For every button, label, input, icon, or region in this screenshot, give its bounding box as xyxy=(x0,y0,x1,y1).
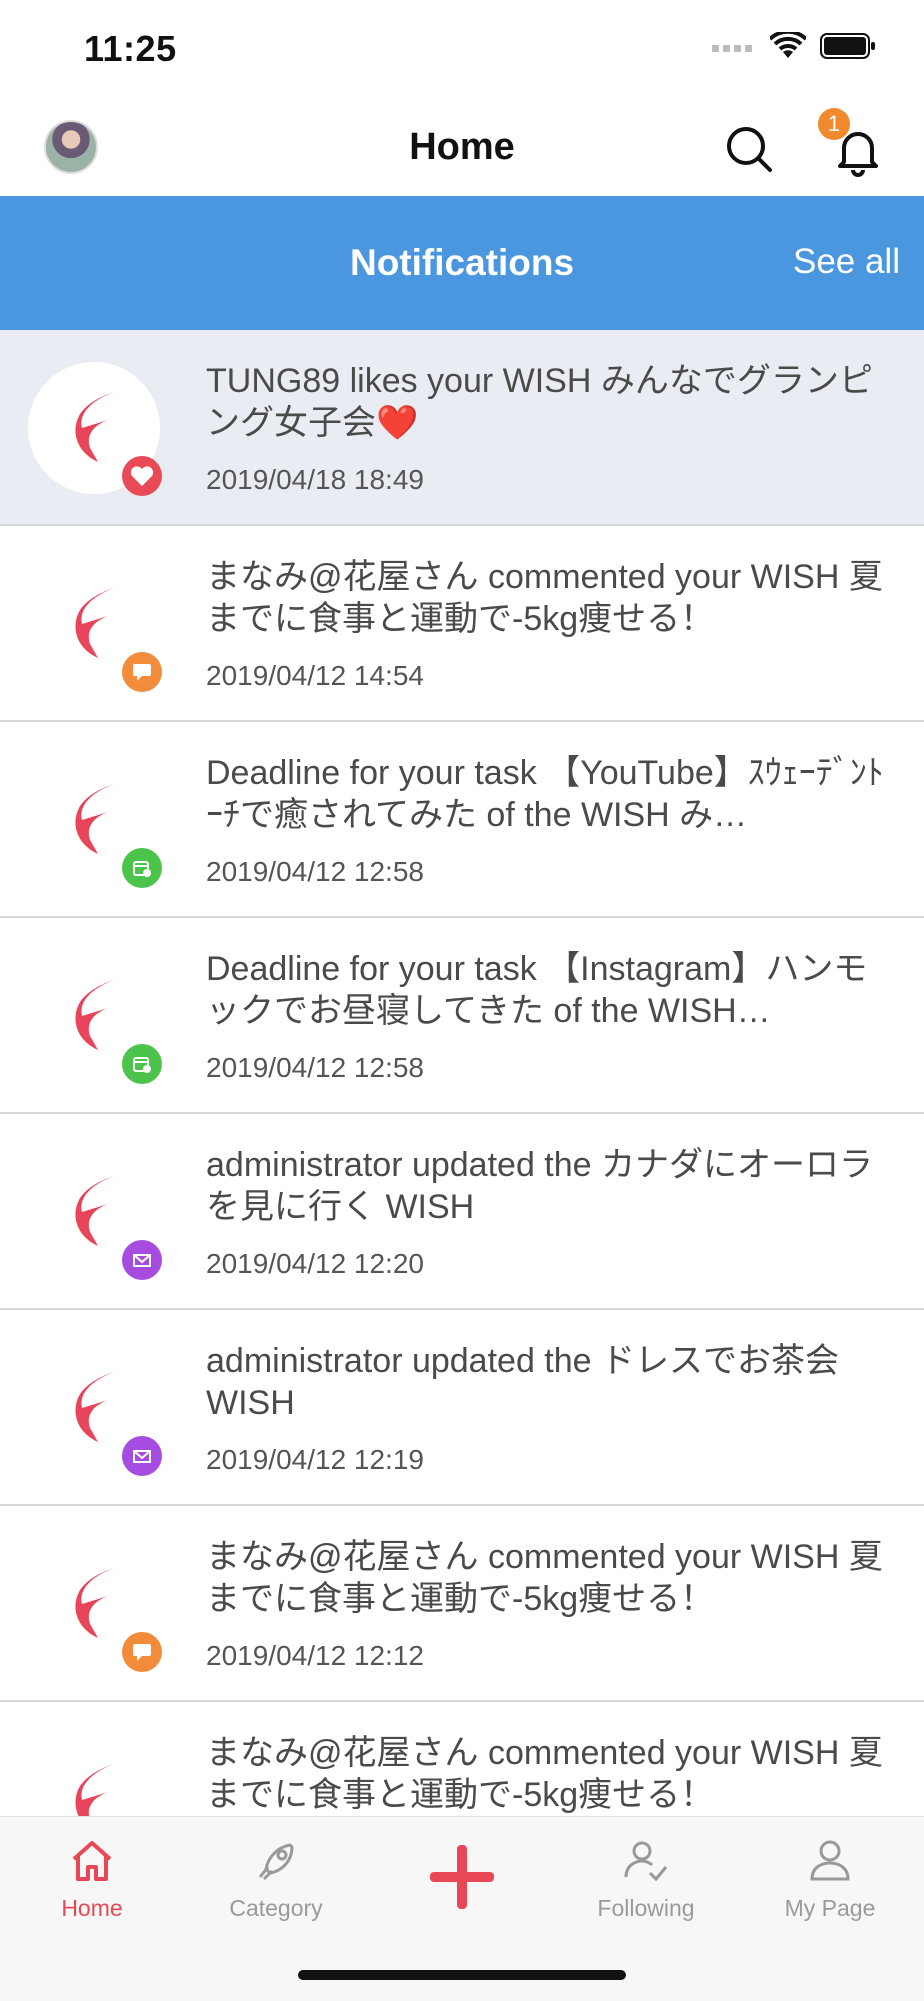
notifications-title: Notifications xyxy=(349,242,575,283)
home-icon xyxy=(72,1841,112,1881)
plus-icon xyxy=(430,1845,494,1909)
tab-mypage-label: My Page xyxy=(784,1895,876,1921)
notification-date: 2019/04/18 18:49 xyxy=(206,464,424,495)
home-indicator xyxy=(298,1970,626,1980)
following-user-icon xyxy=(624,1841,668,1882)
tab-following-label: Following xyxy=(597,1895,695,1921)
notification-text: TUNG89 likes your WISH みんなでグランピング女子会❤️ xyxy=(206,362,873,442)
notification-item[interactable]: まなみ@花屋さん commented your WISH 夏までに食事と運動で-… xyxy=(0,526,924,722)
mail-badge xyxy=(122,1436,162,1476)
app-logo-wrap xyxy=(28,558,162,692)
app-logo-wrap xyxy=(28,1734,160,1816)
wifi-icon xyxy=(768,29,808,65)
notification-date: 2019/04/12 12:58 xyxy=(206,856,424,887)
notification-text: まなみ@花屋さん commented your WISH 夏までに食事と運動で-… xyxy=(206,1538,883,1618)
comment-badge xyxy=(122,652,162,692)
notification-list: TUNG89 likes your WISH みんなでグランピング女子会❤️ 2… xyxy=(0,330,924,1816)
profile-icon xyxy=(810,1840,850,1881)
app-logo-wrap xyxy=(28,1342,162,1476)
tab-following[interactable]: Following xyxy=(566,1837,726,1922)
mail-icon xyxy=(133,1450,151,1463)
tab-mypage[interactable]: My Page xyxy=(750,1837,910,1922)
calendar-icon xyxy=(133,1057,151,1073)
comment-icon xyxy=(133,1644,151,1661)
notification-item[interactable]: administrator updated the カナダにオーロラを見に行く … xyxy=(0,1114,924,1310)
notification-text: Deadline for your task 【Instagram】ハンモックで… xyxy=(206,950,868,1030)
rocket-icon xyxy=(258,1843,294,1881)
flame-logo-icon xyxy=(75,1176,114,1246)
notification-date: 2019/04/12 12:20 xyxy=(206,1248,424,1279)
notification-date: 2019/04/12 12:58 xyxy=(206,1052,424,1083)
app-logo-wrap xyxy=(28,754,162,888)
app-logo-wrap xyxy=(28,950,162,1084)
notification-item[interactable]: まなみ@花屋さん commented your WISH 夏までに食事と運動で-… xyxy=(0,1702,924,1816)
notification-item[interactable]: TUNG89 likes your WISH みんなでグランピング女子会❤️ 2… xyxy=(0,330,924,526)
tab-home-label: Home xyxy=(61,1895,123,1921)
calendar-badge xyxy=(122,848,162,888)
search-icon xyxy=(727,127,772,172)
add-wish-button[interactable] xyxy=(382,1841,542,1913)
notification-item[interactable]: Deadline for your task 【YouTube】ｽｳｪｰﾃﾞﾝﾄ… xyxy=(0,722,924,918)
status-time: 11:25 xyxy=(84,28,177,69)
mail-badge xyxy=(122,1240,162,1280)
status-bar: 11:25 xyxy=(0,0,924,100)
tab-category-label: Category xyxy=(229,1895,323,1921)
battery-icon xyxy=(820,32,876,65)
flame-logo-icon xyxy=(75,588,114,658)
comment-icon xyxy=(133,664,151,681)
flame-logo-icon xyxy=(75,1568,114,1638)
notification-text: まなみ@花屋さん commented your WISH 夏までに食事と運動で-… xyxy=(206,558,883,638)
notification-item[interactable]: まなみ@花屋さん commented your WISH 夏までに食事と運動で-… xyxy=(0,1506,924,1702)
notification-text: まなみ@花屋さん commented your WISH 夏までに食事と運動で-… xyxy=(206,1734,883,1814)
notification-text: administrator updated the ドレスでお茶会 WISH xyxy=(206,1342,840,1422)
see-all-link[interactable]: See all xyxy=(793,242,900,282)
flame-logo-icon xyxy=(75,1372,114,1442)
flame-logo-icon xyxy=(75,1764,114,1816)
tab-category[interactable]: Category xyxy=(196,1837,356,1922)
search-button[interactable] xyxy=(722,122,776,176)
notification-text: Deadline for your task 【YouTube】ｽｳｪｰﾃﾞﾝﾄ… xyxy=(206,754,884,834)
calendar-badge xyxy=(122,1044,162,1084)
app-logo-wrap xyxy=(28,362,162,496)
heart-badge xyxy=(122,456,162,496)
app-logo-wrap xyxy=(28,1538,162,1672)
signal-icon xyxy=(712,40,756,58)
flame-logo-icon xyxy=(75,392,114,462)
tab-home[interactable]: Home xyxy=(12,1837,172,1922)
notification-date: 2019/04/12 12:12 xyxy=(206,1640,424,1671)
notification-date: 2019/04/12 14:54 xyxy=(206,660,424,691)
flame-logo-icon xyxy=(75,980,114,1050)
nav-bar: Home xyxy=(0,100,924,196)
heart-icon xyxy=(130,466,154,486)
notification-date: 2019/04/12 12:19 xyxy=(206,1444,424,1475)
notification-item[interactable]: administrator updated the ドレスでお茶会 WISH 2… xyxy=(0,1310,924,1506)
app-logo-wrap xyxy=(28,1146,162,1280)
mail-icon xyxy=(133,1254,151,1267)
notification-item[interactable]: Deadline for your task 【Instagram】ハンモックで… xyxy=(0,918,924,1114)
status-icons xyxy=(712,29,876,65)
notification-count-badge: 1 xyxy=(818,108,850,140)
notifications-header: Notifications See all xyxy=(0,196,924,330)
notification-text: administrator updated the カナダにオーロラを見に行く … xyxy=(206,1146,874,1226)
comment-badge xyxy=(122,1632,162,1672)
calendar-icon xyxy=(133,861,151,877)
flame-logo-icon xyxy=(75,784,114,854)
page-title: Home xyxy=(409,126,515,168)
